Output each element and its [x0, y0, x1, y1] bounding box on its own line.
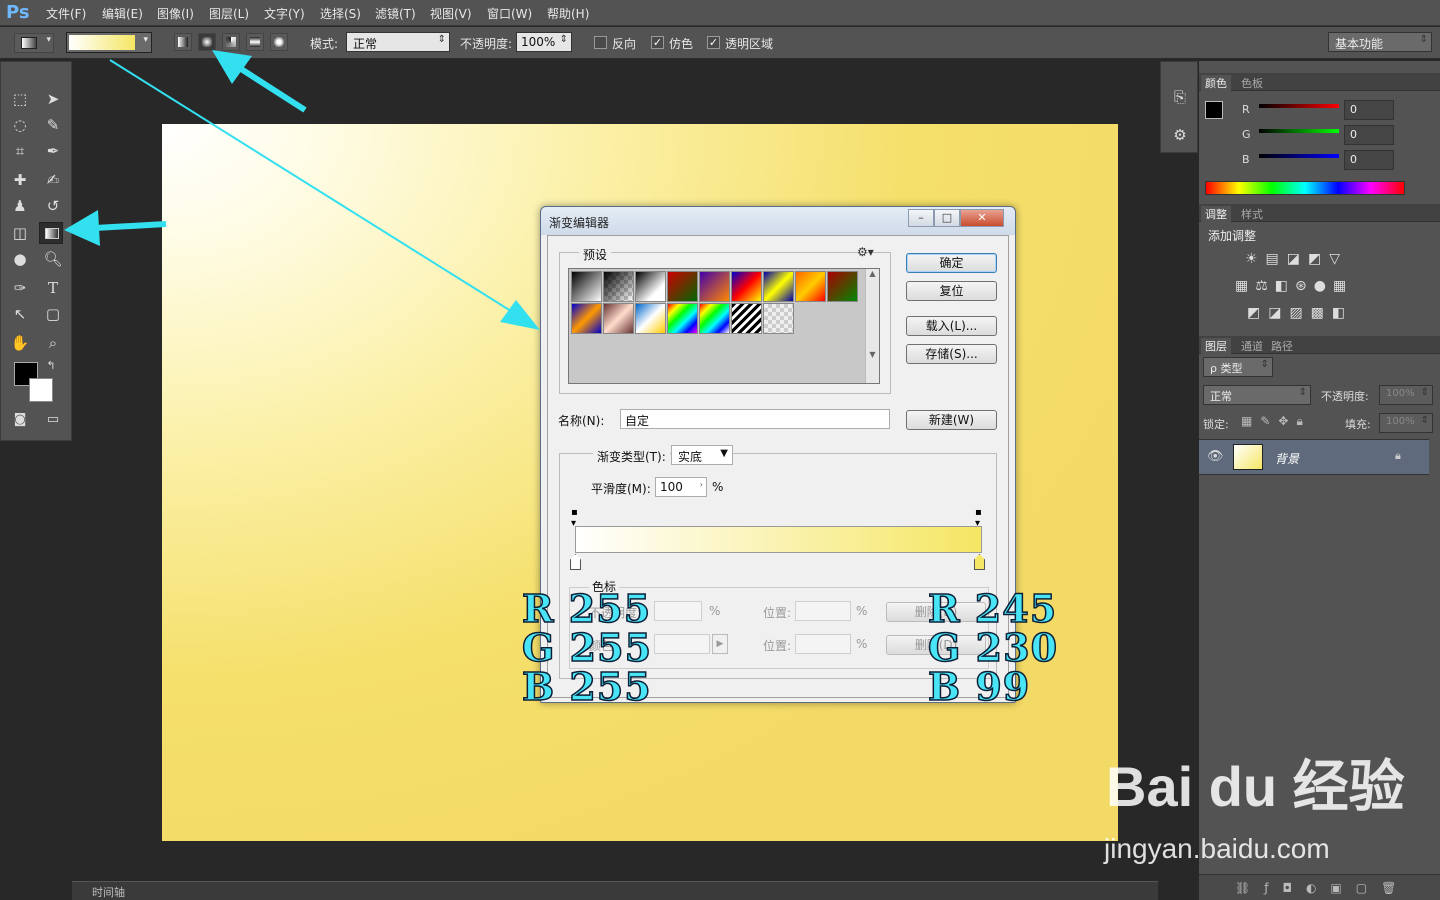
arrow-to-gradient-editor	[109, 59, 523, 319]
watermark-url: jingyan.baidu.com	[1104, 833, 1330, 864]
baidu-jingyan-watermark: Bai du 经验 jingyan.baidu.com	[1100, 745, 1405, 875]
arrow-to-radial-button	[236, 64, 307, 113]
watermark-logo: Bai du 经验	[1106, 755, 1405, 818]
arrowhead-gradient-editor	[500, 300, 540, 330]
arrowhead-radial-button	[212, 50, 252, 84]
arrow-to-gradient-tool	[94, 221, 167, 231]
arrowhead-gradient-tool	[64, 210, 100, 246]
